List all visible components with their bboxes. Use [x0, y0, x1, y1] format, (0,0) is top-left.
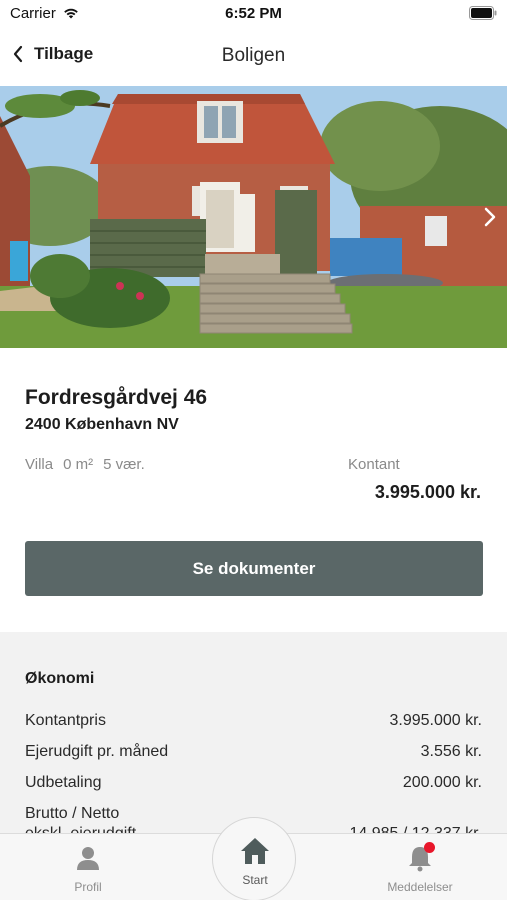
property-area: 0 m²	[63, 456, 94, 473]
tab-profil[interactable]: Profil	[28, 834, 148, 900]
tab-start[interactable]: Start	[212, 817, 296, 900]
house-illustration	[0, 86, 507, 348]
home-icon	[241, 838, 269, 864]
chevron-right-icon[interactable]	[483, 206, 497, 228]
page-title: Boligen	[221, 45, 286, 66]
economy-row-label: Brutto / Netto	[25, 805, 120, 822]
property-info: Fordresgårdvej 46 2400 København NV Vill…	[0, 348, 507, 632]
clock: 6:52 PM	[225, 5, 282, 22]
navigation-bar: Tilbage Boligen	[0, 30, 507, 86]
battery-icon	[469, 6, 497, 20]
tab-profil-label: Profil	[74, 880, 102, 894]
economy-row: Udbetaling 200.000 kr.	[25, 774, 482, 792]
tab-start-label: Start	[242, 873, 268, 887]
property-rooms: 5 vær.	[103, 456, 145, 473]
property-facts: Villa 0 m² 5 vær.	[25, 456, 145, 473]
tab-meddelelser-label: Meddelelser	[387, 880, 453, 894]
economy-title: Økonomi	[25, 670, 95, 687]
property-type: Villa	[25, 456, 54, 473]
status-bar: Carrier 6:52 PM	[0, 0, 507, 30]
economy-row-value: 200.000 kr.	[402, 774, 482, 791]
property-postal: 2400 København NV	[25, 416, 179, 433]
economy-row-value: 3.995.000 kr.	[389, 712, 482, 729]
price-value: 3.995.000 kr.	[374, 482, 481, 502]
see-documents-button[interactable]: Se dokumenter	[25, 541, 483, 596]
economy-row-label: Kontantpris	[25, 712, 106, 729]
property-photo[interactable]	[0, 86, 507, 348]
economy-row-label: Udbetaling	[25, 774, 102, 791]
person-icon	[77, 847, 99, 870]
economy-row-value: 3.556 kr.	[420, 743, 482, 760]
tab-meddelelser[interactable]: Meddelelser	[360, 834, 480, 900]
property-address: Fordresgårdvej 46	[25, 386, 208, 409]
economy-row-label: Ejerudgift pr. måned	[25, 743, 169, 760]
economy-row: Kontantpris 3.995.000 kr.	[25, 712, 482, 730]
notification-badge	[424, 842, 435, 853]
economy-row: Ejerudgift pr. måned 3.556 kr.	[25, 743, 482, 761]
price-label: Kontant	[348, 456, 400, 473]
